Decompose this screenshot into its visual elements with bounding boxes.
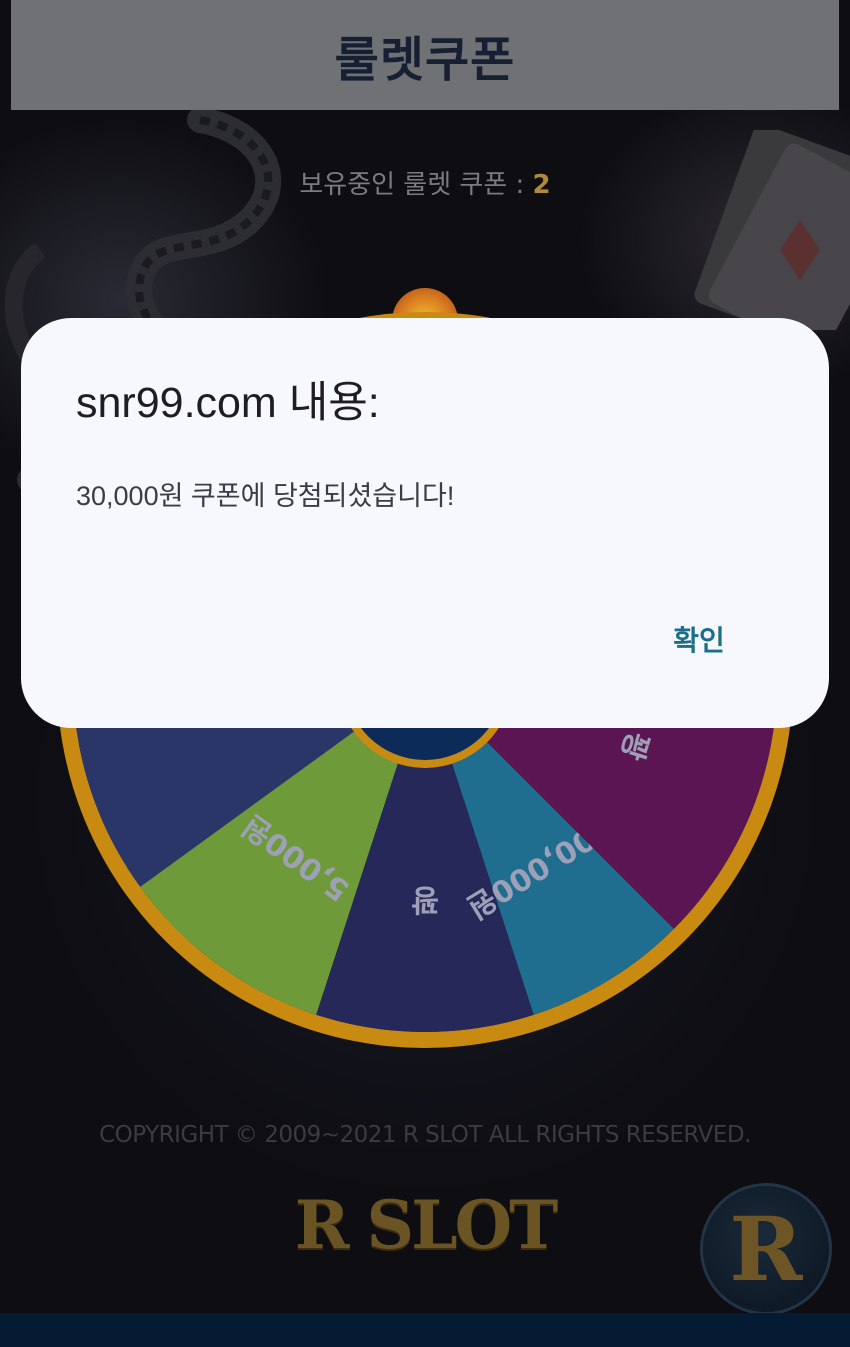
dialog-title: snr99.com 내용: xyxy=(76,379,380,427)
dialog-message: 30,000원 쿠폰에 당첨되셨습니다! xyxy=(76,481,455,511)
confirm-button[interactable]: 확인 xyxy=(649,614,749,664)
alert-dialog: snr99.com 내용: 30,000원 쿠폰에 당첨되셨습니다! 확인 xyxy=(21,318,829,728)
